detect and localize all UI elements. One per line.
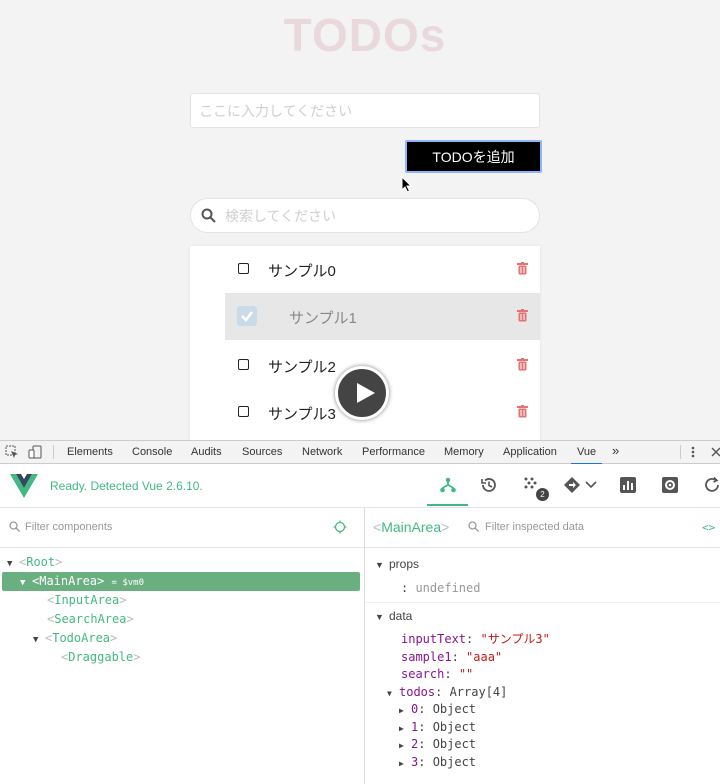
inspect-element-icon[interactable] (5, 445, 19, 459)
divider (680, 445, 681, 459)
data-row-todos[interactable]: ▼ todos: Array[4] (387, 684, 507, 701)
play-button[interactable] (335, 366, 389, 420)
trash-icon[interactable] (517, 262, 528, 275)
tab-audits[interactable]: Audits (191, 446, 222, 458)
inspector-panel: <MainArea> Filter inspected data <> ▼ pro… (365, 508, 720, 784)
vue-status: Ready. Detected Vue 2.6.10. (50, 479, 203, 493)
tree-node-todoarea[interactable]: ▼ <TodoArea> (33, 629, 117, 648)
expand-arrow-icon: ▼ (375, 612, 384, 622)
todos-item-row[interactable]: ▶ 3: Object (399, 754, 476, 771)
vue-logo-icon (10, 474, 38, 498)
refresh-icon[interactable] (703, 476, 720, 494)
todo-checkbox[interactable] (238, 359, 249, 370)
todo-checkbox[interactable] (238, 406, 249, 417)
collapsed-arrow-icon[interactable]: ▶ (399, 755, 411, 772)
tab-memory[interactable]: Memory (444, 446, 484, 458)
data-row-sample1: sample1: "aaa" (401, 650, 503, 664)
todo-checkbox[interactable] (238, 263, 249, 274)
expand-arrow-icon[interactable]: ▼ (387, 685, 399, 702)
todos-item-row[interactable]: ▶ 2: Object (399, 736, 476, 753)
filter-components-row[interactable]: Filter components (0, 508, 364, 548)
vue-devtools-header: Ready. Detected Vue 2.6.10. 2 (0, 464, 720, 508)
divider (365, 602, 720, 603)
tree-node-root[interactable]: ▼ <Root> (7, 553, 62, 572)
expand-arrow-icon[interactable]: ▼ (33, 631, 45, 650)
collapsed-arrow-icon[interactable]: ▶ (399, 702, 411, 719)
collapsed-arrow-icon[interactable]: ▶ (399, 737, 411, 754)
todo-item[interactable]: サンプル0 (225, 246, 540, 293)
search-input[interactable] (225, 199, 525, 232)
tab-vue[interactable]: Vue (570, 446, 603, 465)
tree-node-label: SearchArea (54, 612, 127, 626)
select-component-icon[interactable] (333, 520, 347, 534)
events-badge: 2 (536, 488, 549, 501)
collapsed-arrow-icon[interactable]: ▶ (399, 720, 411, 737)
trash-icon[interactable] (517, 358, 528, 371)
tree-node-searcharea[interactable]: <SearchArea> (47, 610, 134, 629)
more-tabs-icon[interactable]: » (612, 443, 619, 458)
tab-sources[interactable]: Sources (242, 446, 282, 458)
devtools-tabbar: Elements Console Audits Sources Network … (0, 440, 720, 465)
search-icon (201, 208, 216, 223)
inspector-header: <MainArea> Filter inspected data <> (365, 508, 720, 548)
todo-label: サンプル0 (268, 263, 336, 280)
tree-node-inputarea[interactable]: <InputArea> (47, 591, 127, 610)
tab-elements[interactable]: Elements (67, 446, 113, 458)
tree-node-label: MainArea (39, 574, 98, 588)
tree-node-mainarea[interactable]: ▼ <MainArea> = $vm0 (2, 572, 360, 591)
mouse-cursor-icon (401, 176, 413, 193)
todo-item[interactable]: サンプル1 (225, 293, 540, 340)
tree-node-label: TodoArea (52, 631, 111, 645)
search-icon (9, 521, 20, 532)
kebab-menu-icon[interactable] (690, 445, 696, 459)
chevron-down-icon[interactable] (585, 481, 597, 489)
components-tab-icon[interactable] (439, 476, 457, 494)
app-title: TODOs (283, 9, 447, 61)
todo-label: サンプル3 (268, 406, 336, 423)
router-icon[interactable] (563, 476, 581, 494)
vm-reference: = $vm0 (111, 578, 145, 588)
play-icon (357, 383, 375, 403)
props-section-toggle[interactable]: ▼ props (375, 557, 419, 571)
todo-label: サンプル2 (268, 359, 336, 376)
code-icon[interactable]: <> (702, 521, 715, 534)
todos-item-row[interactable]: ▶ 0: Object (399, 701, 476, 718)
components-panel: Filter components ▼ <Root> ▼ <MainArea> = … (0, 508, 365, 784)
history-icon[interactable] (480, 476, 498, 494)
add-todo-button[interactable]: TODOを追加 (405, 140, 542, 173)
todo-input[interactable] (190, 93, 540, 128)
data-row-search: search: "" (401, 667, 474, 681)
filter-inspected-input[interactable]: Filter inspected data (485, 521, 584, 533)
tree-node-label: Draggable (68, 650, 134, 664)
todos-item-row[interactable]: ▶ 1: Object (399, 719, 476, 736)
tab-application[interactable]: Application (503, 446, 557, 458)
settings-icon[interactable] (661, 476, 679, 494)
filter-components-input[interactable]: Filter components (25, 521, 112, 533)
performance-icon[interactable] (619, 476, 637, 494)
device-toolbar-icon[interactable] (28, 445, 42, 459)
tab-performance[interactable]: Performance (362, 446, 425, 458)
trash-icon[interactable] (517, 309, 528, 322)
tab-network[interactable]: Network (302, 446, 342, 458)
expand-arrow-icon[interactable]: ▼ (20, 574, 32, 593)
search-box (190, 198, 540, 233)
todo-checkbox-checked[interactable] (237, 306, 257, 326)
tab-console[interactable]: Console (132, 446, 172, 458)
inspected-component-name: <MainArea> (373, 519, 450, 535)
data-row-inputtext: inputText: "サンプル3" (401, 632, 550, 646)
close-icon[interactable] (710, 445, 720, 459)
divider (53, 445, 54, 459)
prop-row: : undefined (401, 581, 481, 595)
trash-icon[interactable] (517, 405, 528, 418)
data-section-toggle[interactable]: ▼ data (375, 609, 412, 623)
expand-arrow-icon: ▼ (375, 560, 384, 570)
todo-label: サンプル1 (289, 310, 357, 327)
tree-node-label: Root (26, 555, 56, 569)
tree-node-draggable[interactable]: <Draggable> (61, 648, 141, 667)
todo-app: TODOs TODOを追加 サンプル0 サンプル1 サンプル2 (0, 0, 720, 440)
tree-node-label: InputArea (54, 593, 120, 607)
active-tab-indicator (427, 504, 468, 506)
search-icon (468, 521, 479, 532)
